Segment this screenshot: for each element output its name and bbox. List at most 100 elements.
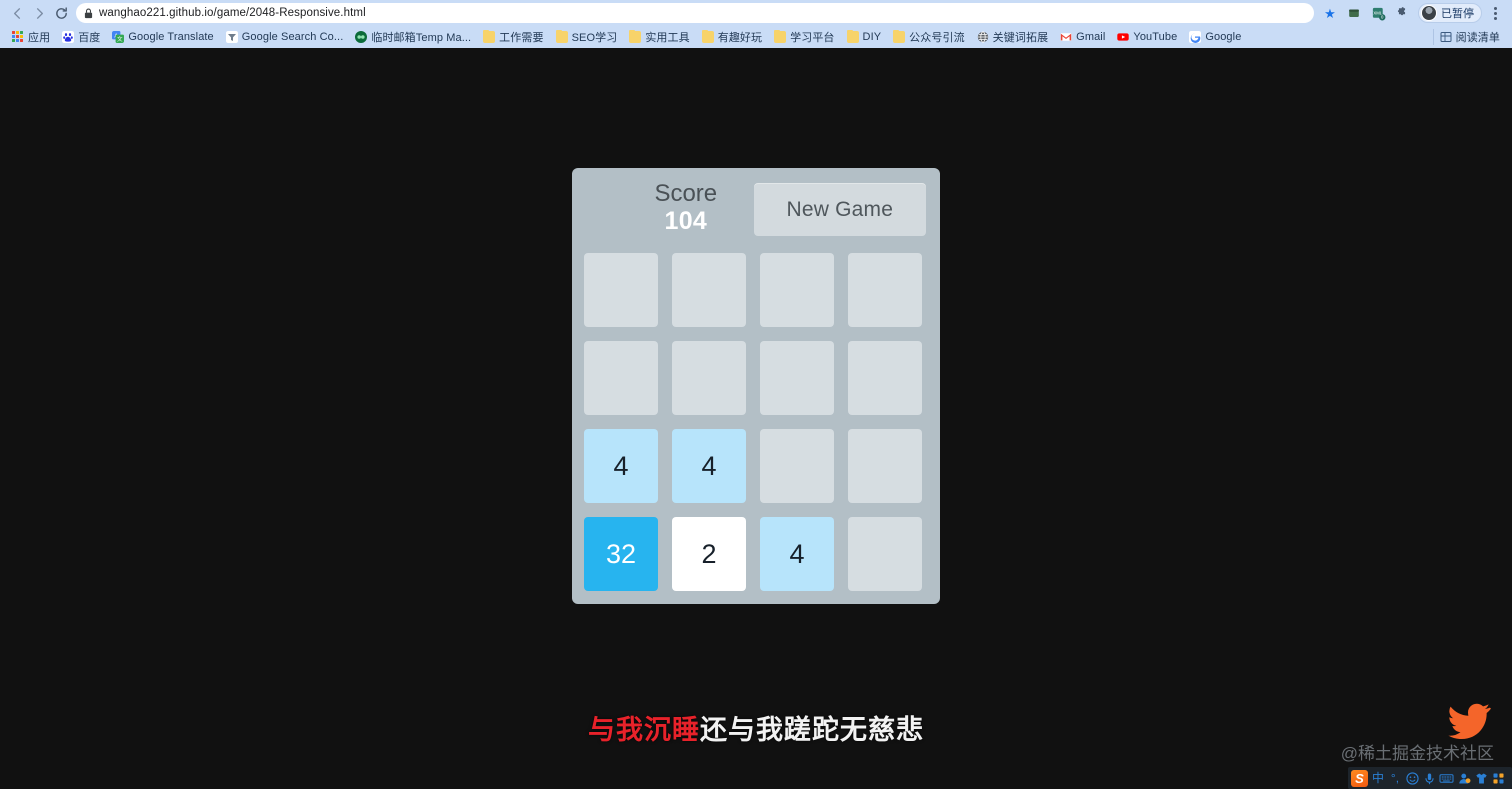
search-console-icon	[225, 31, 238, 43]
emoji-icon[interactable]	[1405, 769, 1419, 787]
tile-r0c1	[672, 253, 746, 327]
bookmark-label: 临时邮箱Temp Ma...	[371, 32, 472, 44]
folder-icon	[774, 29, 787, 43]
bookmark-label: 实用工具	[645, 32, 690, 44]
puzzle-extensions-icon[interactable]	[1391, 2, 1413, 24]
bookmark-label: DIY	[862, 31, 882, 43]
subtitle-overlay: 与我沉睡还与我蹉跎无慈悲	[0, 708, 1512, 747]
bookmark-label: Gmail	[1076, 31, 1106, 43]
three-dot-menu-icon[interactable]	[1484, 2, 1506, 24]
google-translate-icon: A 文	[112, 31, 125, 43]
globe-icon	[977, 31, 988, 43]
bookmark-item-temp-mail[interactable]: 临时邮箱Temp Ma...	[349, 28, 477, 46]
youtube-icon	[1117, 33, 1130, 41]
game-board-container: Score 104 New Game 4 4 32 2 4	[572, 168, 940, 604]
forward-arrow-icon[interactable]	[28, 2, 50, 24]
bookmark-folder-seo[interactable]: SEO学习	[550, 28, 624, 46]
bookmark-label: Google	[1205, 31, 1242, 43]
tile-r3c3	[848, 517, 922, 591]
tile-r1c1	[672, 341, 746, 415]
punctuation-mode-icon[interactable]: °,	[1388, 769, 1402, 787]
tile-r2c0: 4	[584, 429, 658, 503]
tile-r2c3	[848, 429, 922, 503]
subtitle-rest: 还与我蹉跎无慈悲	[700, 715, 924, 745]
bookmark-item-google-translate[interactable]: A 文 Google Translate	[106, 28, 219, 46]
bookmark-item-youtube[interactable]: YouTube	[1111, 28, 1183, 46]
tile-r3c2: 4	[760, 517, 834, 591]
reading-list-button[interactable]: 阅读清单	[1432, 29, 1506, 45]
profile-button[interactable]: 已暂停	[1418, 3, 1482, 23]
twitter-bird-icon	[1448, 703, 1491, 739]
bookmark-label: Google Translate	[128, 31, 214, 43]
temp-mail-icon	[355, 31, 368, 43]
tile-r3c0: 32	[584, 517, 658, 591]
folder-icon	[555, 29, 568, 43]
voice-input-icon[interactable]	[1422, 769, 1436, 787]
bookmark-folder-tools[interactable]: 实用工具	[623, 28, 695, 46]
xml-badge-icon[interactable]: XML 0	[1367, 2, 1389, 24]
reload-icon[interactable]	[50, 2, 72, 24]
folder-icon	[701, 29, 714, 43]
sogou-logo-icon[interactable]: S	[1351, 769, 1368, 787]
bookmark-label: 学习平台	[790, 32, 835, 44]
tile-grid: 4 4 32 2 4	[584, 253, 928, 591]
soft-keyboard-icon[interactable]	[1439, 769, 1454, 787]
bookmark-item-apps[interactable]: 应用	[6, 28, 56, 46]
bookmark-item-keywords[interactable]: 关键词拓展	[971, 28, 1055, 46]
profile-avatar	[1421, 5, 1437, 21]
bookmark-star-icon[interactable]: ★	[1319, 2, 1341, 24]
folder-icon	[893, 29, 906, 43]
bookmark-folder-diy[interactable]: DIY	[841, 28, 888, 46]
url-text: wanghao221.github.io/game/2048-Responsiv…	[99, 7, 366, 19]
bookmark-folder-work[interactable]: 工作需要	[477, 28, 549, 46]
bookmark-item-baidu[interactable]: 百度	[56, 28, 106, 46]
watermark-text: @稀土掘金技术社区	[1340, 744, 1494, 763]
score-label: Score	[654, 180, 718, 207]
bookmark-label: 公众号引流	[909, 32, 965, 44]
user-center-icon[interactable]	[1457, 769, 1471, 787]
apps-grid-icon	[12, 31, 24, 43]
tile-r2c1: 4	[672, 429, 746, 503]
lock-icon	[84, 8, 93, 18]
svg-text:文: 文	[117, 35, 123, 43]
bookmarks-bar: 应用 百度 A 文 Google Translate	[0, 26, 1512, 48]
new-game-button[interactable]: New Game	[753, 183, 926, 236]
tile-r1c3	[848, 341, 922, 415]
bookmark-folder-fun[interactable]: 有趣好玩	[696, 28, 768, 46]
reading-list-label: 阅读清单	[1455, 32, 1500, 44]
toolbox-grid-icon[interactable]	[1491, 769, 1505, 787]
game-header: Score 104 New Game	[584, 178, 928, 240]
chinese-mode-icon[interactable]: 中	[1371, 769, 1385, 787]
bookmark-item-google[interactable]: Google	[1183, 28, 1247, 46]
score-value: 104	[664, 207, 708, 236]
bookmark-item-search-console[interactable]: Google Search Co...	[220, 28, 350, 46]
bookmark-label: 应用	[28, 32, 51, 44]
folder-icon	[629, 29, 642, 43]
skin-theme-icon[interactable]	[1474, 769, 1488, 787]
wallet-icon[interactable]	[1343, 2, 1365, 24]
tile-r2c2	[760, 429, 834, 503]
score-panel: Score 104	[618, 178, 754, 236]
bookmark-label: 有趣好玩	[717, 32, 763, 44]
baidu-icon	[62, 31, 75, 43]
bookmark-label: 工作需要	[499, 32, 544, 44]
bookmark-label: SEO学习	[571, 32, 618, 44]
tile-r1c2	[760, 341, 834, 415]
tile-r1c0	[584, 341, 658, 415]
address-bar[interactable]: wanghao221.github.io/game/2048-Responsiv…	[76, 3, 1314, 23]
page-content: Score 104 New Game 4 4 32 2 4 与我沉睡还与我蹉跎无…	[0, 48, 1512, 789]
browser-toolbar: wanghao221.github.io/game/2048-Responsiv…	[0, 0, 1512, 26]
subtitle-highlight: 与我沉睡	[588, 715, 700, 745]
reading-list-icon	[1440, 32, 1452, 42]
tile-r0c2	[760, 253, 834, 327]
bookmark-folder-wechat[interactable]: 公众号引流	[887, 28, 971, 46]
bookmark-label: 百度	[78, 32, 101, 44]
screen: wanghao221.github.io/game/2048-Responsiv…	[0, 0, 1512, 789]
bookmark-folder-study[interactable]: 学习平台	[768, 28, 840, 46]
folder-icon	[846, 29, 859, 43]
back-arrow-icon[interactable]	[6, 2, 28, 24]
gmail-icon	[1060, 33, 1072, 41]
bookmark-label: 关键词拓展	[992, 32, 1049, 44]
bookmark-item-gmail[interactable]: Gmail	[1054, 28, 1111, 46]
tile-r3c1: 2	[672, 517, 746, 591]
